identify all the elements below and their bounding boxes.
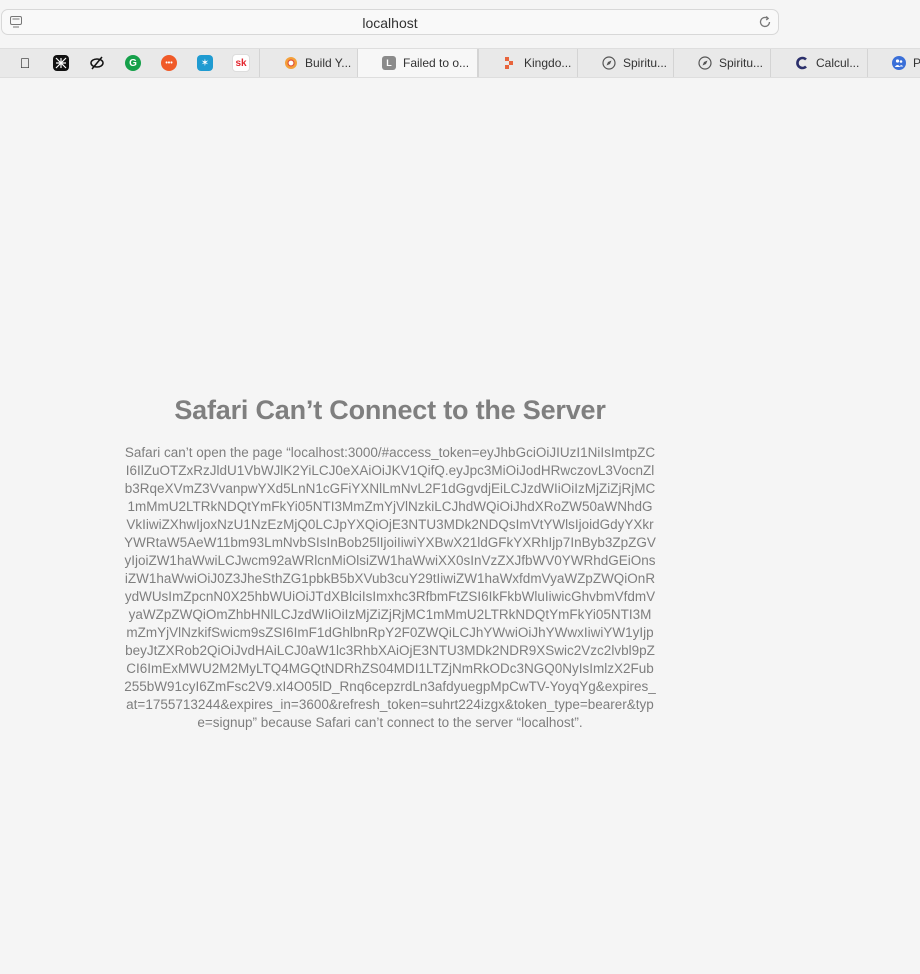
tab-label: Calcul...: [816, 56, 860, 70]
dark-pattern-icon: [53, 55, 69, 71]
pinned-tab-4[interactable]: G: [115, 49, 151, 77]
tab-people[interactable]: P: [867, 49, 920, 77]
pinned-tab-7[interactable]: sk: [223, 49, 259, 77]
pinned-tab-2[interactable]: [43, 49, 79, 77]
tab-label: P: [913, 56, 920, 70]
tab-label: Failed to o...: [403, 56, 470, 70]
error-title: Safari Can’t Connect to the Server: [174, 395, 606, 425]
pinned-tab-5[interactable]: •••: [151, 49, 187, 77]
tab-failed-to-open[interactable]: L Failed to o...: [357, 49, 478, 77]
pinned-tab-apple[interactable]: : [7, 49, 43, 77]
pinned-tab-3[interactable]: [79, 49, 115, 77]
letter-l-icon: L: [382, 56, 396, 70]
compass-icon: [602, 56, 616, 70]
orange-app-icon: •••: [161, 55, 177, 71]
tab-spiritual-2[interactable]: Spiritu...: [673, 49, 770, 77]
tab-label: Build Y...: [305, 56, 352, 70]
browser-toolbar: localhost: [0, 0, 920, 48]
apple-icon: : [17, 55, 33, 71]
tab-kingdom[interactable]: Kingdo...: [478, 49, 577, 77]
tab-label: Kingdo...: [524, 56, 572, 70]
address-bar[interactable]: localhost: [1, 9, 779, 35]
flower-icon: [284, 56, 298, 70]
kingdom-icon: [503, 56, 517, 70]
tab-label: Spiritu...: [719, 56, 764, 70]
error-message: Safari can’t open the page “localhost:30…: [124, 445, 656, 730]
compass-icon: [698, 56, 712, 70]
tab-spiritual-1[interactable]: Spiritu...: [577, 49, 673, 77]
c-logo-icon: [795, 56, 809, 70]
address-url[interactable]: localhost: [2, 15, 778, 31]
people-icon: [892, 56, 906, 70]
tab-calculator[interactable]: Calcul...: [770, 49, 867, 77]
pinned-tab-6[interactable]: ✶: [187, 49, 223, 77]
tab-build[interactable]: Build Y...: [259, 49, 357, 77]
reload-icon[interactable]: [758, 15, 772, 29]
grammarly-icon: G: [125, 55, 141, 71]
sk-icon: sk: [232, 54, 250, 72]
star-app-icon: ✶: [197, 55, 213, 71]
tab-label: Spiritu...: [623, 56, 668, 70]
tab-bar:  G ••• ✶ sk Build Y... L Failed to o...…: [0, 48, 920, 78]
perplexity-icon: [89, 55, 105, 71]
error-panel: Safari Can’t Connect to the Server Safar…: [120, 395, 660, 732]
